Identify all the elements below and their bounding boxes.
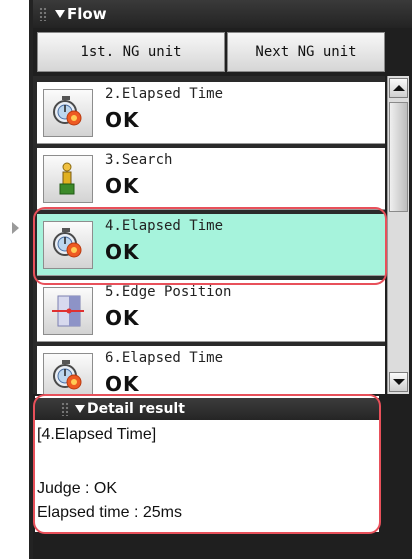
detail-result-title: Detail result [87,401,185,417]
detail-elapsed-time: Elapsed time : 25ms [37,504,182,521]
first-ng-unit-button[interactable]: 1st. NG unit [37,32,225,72]
flow-item-icon-button[interactable] [43,221,93,269]
flow-item-name: 2.Elapsed Time [105,86,224,102]
flow-item-icon-button[interactable] [43,287,93,335]
detail-unit-name: [4.Elapsed Time] [37,426,157,443]
flow-list-scrollbar[interactable] [387,76,409,394]
flow-item-status: OK [105,108,140,132]
flow-list: 2.Elapsed Time OK 3.Search OK 4.Elapsed … [33,76,385,394]
left-gutter [0,0,33,559]
flow-item-edge-position-5[interactable]: 5.Edge Position OK [37,280,385,342]
flow-item-name: 4.Elapsed Time [105,218,224,234]
stopwatch-icon [53,360,82,390]
flow-item-icon-button[interactable] [43,155,93,203]
collapse-triangle-icon[interactable] [55,10,65,18]
flow-item-elapsed-time-2[interactable]: 2.Elapsed Time OK [37,82,385,144]
flow-item-status: OK [105,174,140,198]
flow-item-status: OK [105,306,140,330]
drag-grip-icon[interactable] [61,402,69,416]
stopwatch-icon [53,96,82,126]
flow-item-name: 3.Search [105,152,173,168]
collapse-triangle-icon[interactable] [75,405,85,413]
detail-judge: Judge : OK [37,480,118,497]
drag-grip-icon[interactable] [39,7,47,21]
detail-result-panel: Detail result [4.Elapsed Time] Judge : O… [35,396,379,532]
flow-panel: Flow 1st. NG unit Next NG unit 2.Elapsed… [33,0,412,559]
flow-item-status: OK [105,372,140,394]
flow-item-icon-button[interactable] [43,89,93,137]
current-step-arrow-icon [12,222,19,234]
detail-result-header[interactable]: Detail result [35,398,379,420]
stopwatch-icon [53,228,82,258]
flow-item-elapsed-time-6[interactable]: 6.Elapsed Time OK [37,346,385,394]
flow-item-name: 6.Elapsed Time [105,350,224,366]
scroll-down-arrow-icon[interactable] [389,372,408,392]
flow-panel-title: Flow [67,5,107,23]
flow-item-icon-button[interactable] [43,353,93,394]
flow-item-search-3[interactable]: 3.Search OK [37,148,385,210]
flow-panel-header[interactable]: Flow [33,0,412,28]
search-figure-icon [59,162,75,195]
scroll-up-arrow-icon[interactable] [389,78,408,98]
scrollbar-thumb[interactable] [389,102,408,212]
edge-position-icon [52,295,84,327]
flow-item-name: 5.Edge Position [105,284,232,300]
flow-item-status: OK [105,240,140,264]
next-ng-unit-button[interactable]: Next NG unit [227,32,385,72]
flow-item-elapsed-time-4[interactable]: 4.Elapsed Time OK [37,214,385,276]
